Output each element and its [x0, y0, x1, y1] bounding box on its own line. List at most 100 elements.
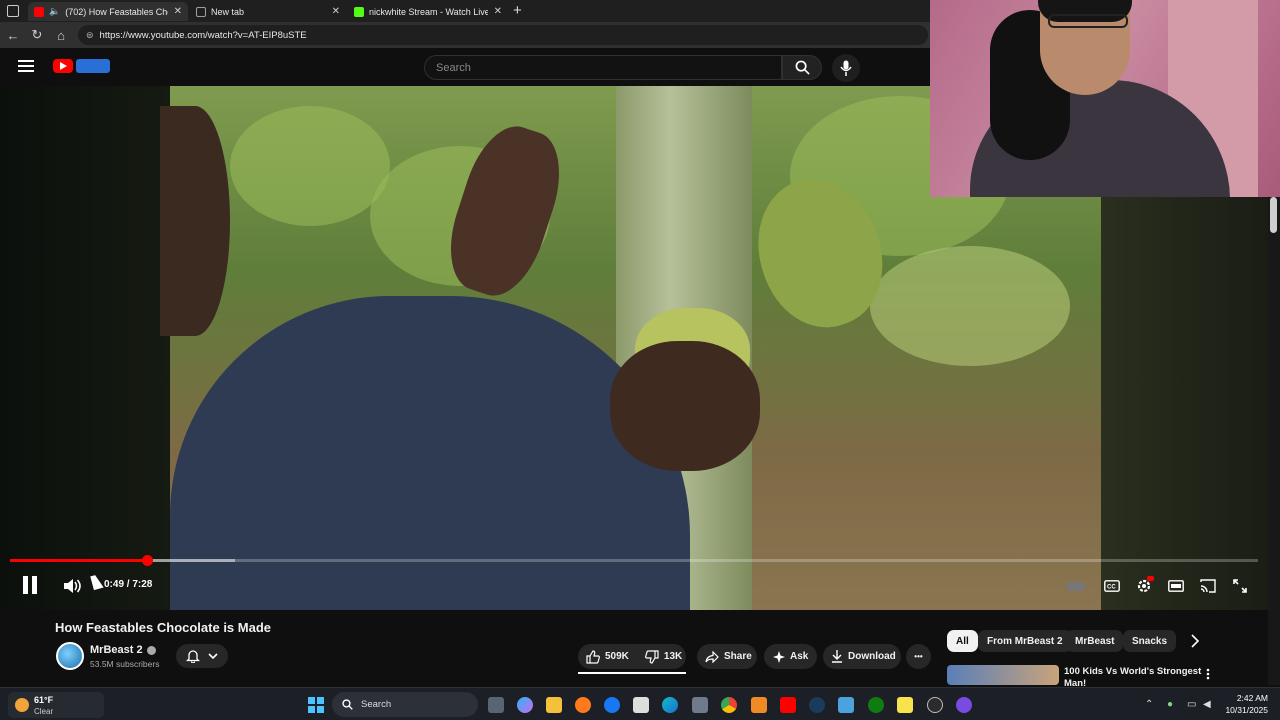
browser-tab-new-tab[interactable]: New tab ✕: [190, 2, 346, 21]
subscription-notifications-button[interactable]: [176, 644, 228, 668]
clock[interactable]: 2:42 AM 10/31/2025: [1224, 692, 1268, 716]
file-explorer-icon[interactable]: [546, 697, 562, 713]
youtube-logo[interactable]: [53, 59, 73, 73]
sparkle-icon: [773, 650, 785, 663]
pause-icon-bar: [32, 576, 37, 594]
dislike-count: 13K: [663, 651, 683, 662]
speaker-icon[interactable]: 🔈: [49, 6, 60, 17]
url-text: https://www.youtube.com/watch?v=AT-EIP8u…: [99, 29, 307, 41]
browser-tab-kick[interactable]: nickwhite Stream - Watch Live on ✕: [348, 2, 508, 21]
autoplay-toggle[interactable]: [1066, 576, 1086, 596]
voice-search-button[interactable]: [832, 54, 860, 82]
tab-label: nickwhite Stream - Watch Live on: [369, 6, 488, 17]
facebook-icon[interactable]: [604, 697, 620, 713]
like-dislike-group: 509K 13K: [578, 644, 686, 669]
address-bar[interactable]: ⊜ https://www.youtube.com/watch?v=AT-EIP…: [78, 25, 928, 45]
search-button[interactable]: [782, 55, 822, 80]
hd-badge-icon: [1147, 576, 1154, 581]
chrome-icon[interactable]: [721, 697, 737, 713]
youtube-app-icon[interactable]: [780, 697, 796, 713]
settings-button[interactable]: [1134, 576, 1154, 596]
steam-icon[interactable]: [809, 697, 825, 713]
start-button[interactable]: [308, 697, 324, 713]
amazon-icon[interactable]: [633, 697, 649, 713]
firefox-icon[interactable]: [575, 697, 591, 713]
browser-tab-youtube[interactable]: 🔈 (702) How Feastables Choco ✕: [28, 2, 188, 21]
reload-icon[interactable]: ↻: [28, 26, 46, 44]
search-input[interactable]: Search: [424, 55, 782, 80]
volume-icon: [64, 579, 81, 593]
share-button[interactable]: Share: [697, 644, 757, 669]
copilot-icon[interactable]: [517, 697, 533, 713]
verified-badge-icon: [146, 645, 156, 655]
download-button[interactable]: Download: [823, 644, 901, 669]
more-horizontal-icon: •••: [914, 652, 923, 661]
chip-from-mrbeast-2[interactable]: From MrBeast 2: [978, 630, 1072, 652]
share-label: Share: [724, 651, 752, 662]
edge-icon[interactable]: [662, 697, 678, 713]
new-tab-button[interactable]: +: [513, 2, 522, 19]
home-icon[interactable]: ⌂: [52, 26, 70, 44]
recommended-video-menu-icon[interactable]: [1206, 667, 1212, 681]
close-tab-icon[interactable]: ✕: [174, 6, 182, 17]
chips-next-button[interactable]: [1190, 634, 1206, 650]
tray-chevron-up-icon[interactable]: ⌃: [1145, 699, 1153, 710]
volume-button[interactable]: [62, 577, 82, 595]
youtube-doodle-logo[interactable]: [76, 59, 110, 73]
pause-button[interactable]: [21, 576, 39, 594]
webcam-overlay: [930, 0, 1280, 197]
browser-toolbar: ← ↻ ⌂ ⊜ https://www.youtube.com/watch?v=…: [0, 22, 930, 48]
channel-name-text: MrBeast 2: [90, 644, 143, 656]
channel-avatar[interactable]: [56, 642, 84, 670]
tab-list-icon[interactable]: [7, 5, 19, 17]
network-icon[interactable]: ▭: [1187, 699, 1196, 710]
hamburger-menu-icon[interactable]: [18, 60, 34, 72]
mic-tray-icon[interactable]: ●: [1167, 699, 1173, 710]
scrollbar-thumb[interactable]: [1270, 197, 1277, 233]
fullscreen-button[interactable]: [1230, 576, 1250, 596]
taskbar-search-label: Search: [361, 699, 392, 710]
like-button[interactable]: 509K: [578, 644, 637, 669]
speaker-tray-icon[interactable]: ◀: [1203, 699, 1211, 710]
chip-snacks[interactable]: Snacks: [1123, 630, 1177, 652]
calculator-icon[interactable]: [692, 697, 708, 713]
app-circle-icon[interactable]: [956, 697, 972, 713]
dislike-button[interactable]: 13K: [637, 644, 690, 669]
theater-mode-button[interactable]: [1166, 576, 1186, 596]
vlc-icon[interactable]: [751, 697, 767, 713]
subscriber-count: 53.5M subscribers: [90, 659, 160, 669]
captions-button[interactable]: CC: [1102, 576, 1122, 596]
close-tab-icon[interactable]: ✕: [332, 6, 340, 17]
back-arrow-icon[interactable]: ←: [4, 26, 22, 44]
page-scrollbar[interactable]: [1268, 197, 1280, 685]
video-title: How Feastables Chocolate is Made: [55, 620, 272, 635]
obs-icon[interactable]: [927, 697, 943, 713]
recommended-video-title[interactable]: 100 Kids Vs World's Strongest Man!: [1064, 666, 1204, 686]
like-count: 509K: [605, 651, 629, 662]
ask-button[interactable]: Ask: [764, 644, 817, 669]
site-info-icon[interactable]: ⊜: [86, 30, 94, 41]
taskbar-search[interactable]: Search: [332, 692, 478, 717]
xbox-icon[interactable]: [868, 697, 884, 713]
bell-icon: [186, 650, 200, 663]
chevron-down-icon: [208, 653, 218, 660]
app-icon[interactable]: [838, 697, 854, 713]
person-figure: [170, 296, 690, 610]
search-icon: [795, 60, 810, 75]
share-icon: [705, 650, 719, 663]
youtube-header: Search: [0, 48, 930, 86]
close-tab-icon[interactable]: ✕: [494, 6, 502, 17]
weather-widget[interactable]: 61°F Clear: [8, 692, 104, 718]
sticky-notes-icon[interactable]: [897, 697, 913, 713]
more-actions-button[interactable]: •••: [906, 644, 931, 669]
cast-icon: [1200, 579, 1216, 593]
windows-taskbar: 61°F Clear Search ⌃ ● ▭ ◀ 2:42 AM 10/31/…: [0, 687, 1280, 720]
channel-name[interactable]: MrBeast 2: [90, 644, 156, 656]
chip-all[interactable]: All: [947, 630, 978, 652]
cast-button[interactable]: [1198, 576, 1218, 596]
recommended-video-thumbnail[interactable]: [947, 665, 1059, 685]
fullscreen-icon: [1233, 579, 1247, 593]
download-icon: [832, 650, 842, 663]
task-view-icon[interactable]: [488, 697, 504, 713]
chip-mrbeast[interactable]: MrBeast: [1066, 630, 1124, 652]
